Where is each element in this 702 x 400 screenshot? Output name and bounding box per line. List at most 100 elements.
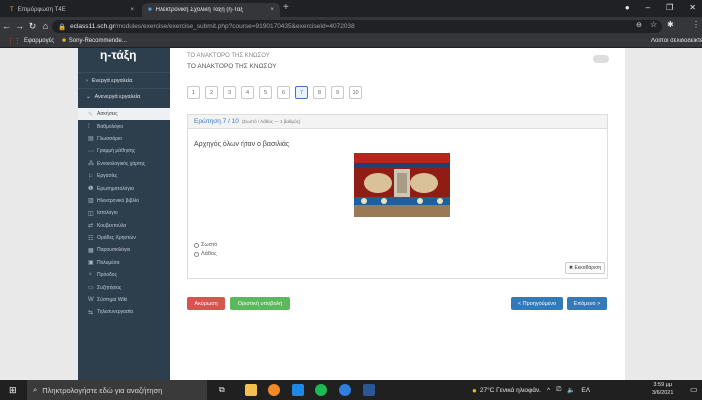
star-icon[interactable]: ☆: [650, 20, 657, 29]
sidebar-item[interactable]: ☷ Ομάδες Χρηστών: [78, 232, 170, 244]
question-header: Ερώτηση 7 / 10 (Σωστό / Λάθος — 1 βαθμός…: [188, 115, 607, 129]
bookmark-other[interactable]: Λοιποί σελιδοδείκτες: [651, 38, 702, 44]
forum-icon: ▭: [88, 285, 94, 292]
option-label: Σωστό: [201, 242, 218, 248]
question-text: Αρχηγός όλων ήταν ο βασιλιάς: [194, 141, 290, 148]
profile-icon[interactable]: ●: [625, 3, 630, 12]
tab-close-icon[interactable]: ×: [270, 7, 274, 13]
address-bar-row: ← → ↻ ⌂ 🔒 eclass11.sch.gr /modules/exerc…: [0, 17, 702, 35]
question-number-button[interactable]: 9: [331, 86, 344, 99]
minimize-icon[interactable]: –: [646, 3, 650, 12]
sidebar-item[interactable]: ▥ Ηλεκτρονικό βιβλίο: [78, 195, 170, 207]
task-view-icon[interactable]: ⧉: [219, 385, 225, 395]
next-button[interactable]: Επόμενο >: [567, 297, 607, 310]
zoom-icon[interactable]: ⊖: [636, 21, 642, 29]
sidebar-item-label: Εννοιολογικός χάρτης: [97, 160, 146, 167]
sidebar-item[interactable]: ▤ Γλωσσάριο: [78, 133, 170, 145]
sidebar-item[interactable]: ▭ Συζητήσεις: [78, 281, 170, 293]
sidebar-item[interactable]: ▣ Πολυμέσα: [78, 257, 170, 269]
question-number-button[interactable]: 7: [295, 86, 308, 99]
maximize-icon[interactable]: ❐: [666, 3, 673, 12]
sidebar-item[interactable]: ⁂ Εννοιολογικός χάρτης: [78, 158, 170, 170]
windows-taskbar: ⊞ ⌕ Πληκτρολογήστε εδώ για αναζήτηση ⧉ ●…: [0, 380, 702, 400]
search-icon: ⌕: [33, 385, 38, 394]
glossary-icon: ▤: [88, 136, 94, 143]
spotify-icon[interactable]: [315, 384, 327, 396]
option-true[interactable]: Σωστό: [194, 242, 217, 248]
chrome-icon[interactable]: [268, 384, 280, 396]
sidebar-item[interactable]: ⇆ Τηλεσυνεργασία: [78, 306, 170, 318]
sidebar-item[interactable]: ▦ Παρουσιολόγιο: [78, 244, 170, 256]
weather-text[interactable]: 27°C Γενικά ηλιοφάν.: [480, 387, 541, 394]
reload-icon[interactable]: ↻: [26, 21, 39, 32]
cancel-button[interactable]: Ακύρωση: [187, 297, 225, 310]
clear-button[interactable]: ✖ Εκκαθάριση: [565, 262, 605, 274]
sidebar-item-label: Βαθμολόγιο: [97, 123, 124, 130]
question-number-button[interactable]: 4: [241, 86, 254, 99]
sidebar-item[interactable]: ⚐ Εργασίες: [78, 170, 170, 182]
site-logo[interactable]: η-τάξη: [78, 48, 170, 66]
forward-icon[interactable]: →: [13, 21, 26, 31]
sidebar-item[interactable]: ❶ Ερωτηματολόγια: [78, 182, 170, 194]
tab-eclass[interactable]: ■ Ηλεκτρονική Σχολική Τάξη (η-Τάξ ×: [142, 3, 280, 17]
sidebar-item-label: Εργασίες: [97, 173, 118, 180]
submit-button[interactable]: Οριστική υποβολή: [230, 297, 290, 310]
notifications-icon[interactable]: ▭: [690, 385, 698, 394]
tab-favicon: ■: [148, 7, 152, 13]
tab-title: Ηλεκτρονική Σχολική Τάξη (η-Τάξ: [155, 7, 243, 13]
question-number-button[interactable]: 6: [277, 86, 290, 99]
sidebar-item[interactable]: ♆ Πρόοδος: [78, 269, 170, 281]
windows-start-icon[interactable]: ⊞: [9, 385, 17, 396]
clock[interactable]: 3:59 μμ 3/6/2021: [652, 382, 673, 397]
clock-date: 3/6/2021: [652, 389, 674, 396]
tab-close-icon[interactable]: ×: [130, 7, 134, 13]
sidebar-item-label: Ηλεκτρονικό βιβλίο: [97, 197, 139, 204]
toggle-switch[interactable]: [593, 55, 609, 63]
apps-icon[interactable]: ⋮⋮: [7, 37, 21, 45]
prev-button[interactable]: < Προηγούμενο: [511, 297, 563, 310]
tray-chevron-icon[interactable]: ^: [547, 387, 550, 394]
question-number-button[interactable]: 8: [313, 86, 326, 99]
url-input[interactable]: 🔒 eclass11.sch.gr /modules/exercise/exer…: [52, 20, 662, 33]
home-icon[interactable]: ⌂: [39, 21, 52, 31]
option-false[interactable]: Λάθος: [194, 251, 217, 257]
question-number-button[interactable]: 10: [349, 86, 362, 99]
sidebar-item[interactable]: ⋯ Γραμμή μάθησης: [78, 145, 170, 157]
file-explorer-icon[interactable]: [245, 384, 257, 396]
sidebar-section-active[interactable]: › Ενεργά εργαλεία: [78, 72, 170, 88]
menu-icon[interactable]: ⋮: [692, 20, 700, 29]
bookmark-apps[interactable]: Εφαρμογές: [24, 38, 54, 44]
network-icon[interactable]: ⎚: [556, 386, 561, 394]
radio-button[interactable]: [194, 251, 199, 257]
sidebar-item[interactable]: W Σύστημα Wiki: [78, 294, 170, 306]
attendance-icon: ▦: [88, 247, 94, 254]
new-tab-button[interactable]: +: [283, 2, 289, 13]
question-number-button[interactable]: 2: [205, 86, 218, 99]
sidebar-item[interactable]: ⇄ Κουβεντούλα: [78, 220, 170, 232]
lang-indicator[interactable]: ΕΛ: [581, 387, 590, 394]
volume-icon[interactable]: 🔈: [567, 386, 575, 394]
ebook-icon: ▥: [88, 198, 94, 205]
pencil-icon: ✎: [88, 111, 94, 118]
sidebar-item[interactable]: ⁞ Βαθμολόγιο: [78, 120, 170, 132]
back-icon[interactable]: ←: [0, 21, 13, 31]
question-image: [354, 153, 450, 217]
sidebar-item[interactable]: ◫ Ιστολόγιο: [78, 207, 170, 219]
question-number-button[interactable]: 1: [187, 86, 200, 99]
sidebar-item[interactable]: ✎ Ασκήσεις: [78, 108, 170, 121]
option-label: Λάθος: [201, 251, 217, 257]
radio-button[interactable]: [194, 242, 199, 248]
question-number-button[interactable]: 3: [223, 86, 236, 99]
tab-t4e[interactable]: T Επιμόρφωση T4E ×: [4, 3, 140, 17]
course-title-faded: ΤΟ ΑΝΑΚΤΟΡΟ ΤΗΣ ΚΝΩΣΟΥ: [187, 53, 270, 59]
taskbar-search-input[interactable]: ⌕ Πληκτρολογήστε εδώ για αναζήτηση: [27, 380, 207, 400]
browser-icon[interactable]: [339, 384, 351, 396]
sidebar-section-inactive[interactable]: ⌄ Ανενεργά εργαλεία: [78, 88, 170, 104]
extensions-icon[interactable]: ✱: [667, 20, 674, 29]
outlook-icon[interactable]: [292, 384, 304, 396]
clock-time: 3:59 μμ: [653, 382, 672, 388]
question-number-button[interactable]: 5: [259, 86, 272, 99]
close-window-icon[interactable]: ✕: [689, 3, 696, 12]
word-icon[interactable]: [363, 384, 375, 396]
bookmark-sony[interactable]: Sony-Recommende...: [69, 38, 127, 44]
